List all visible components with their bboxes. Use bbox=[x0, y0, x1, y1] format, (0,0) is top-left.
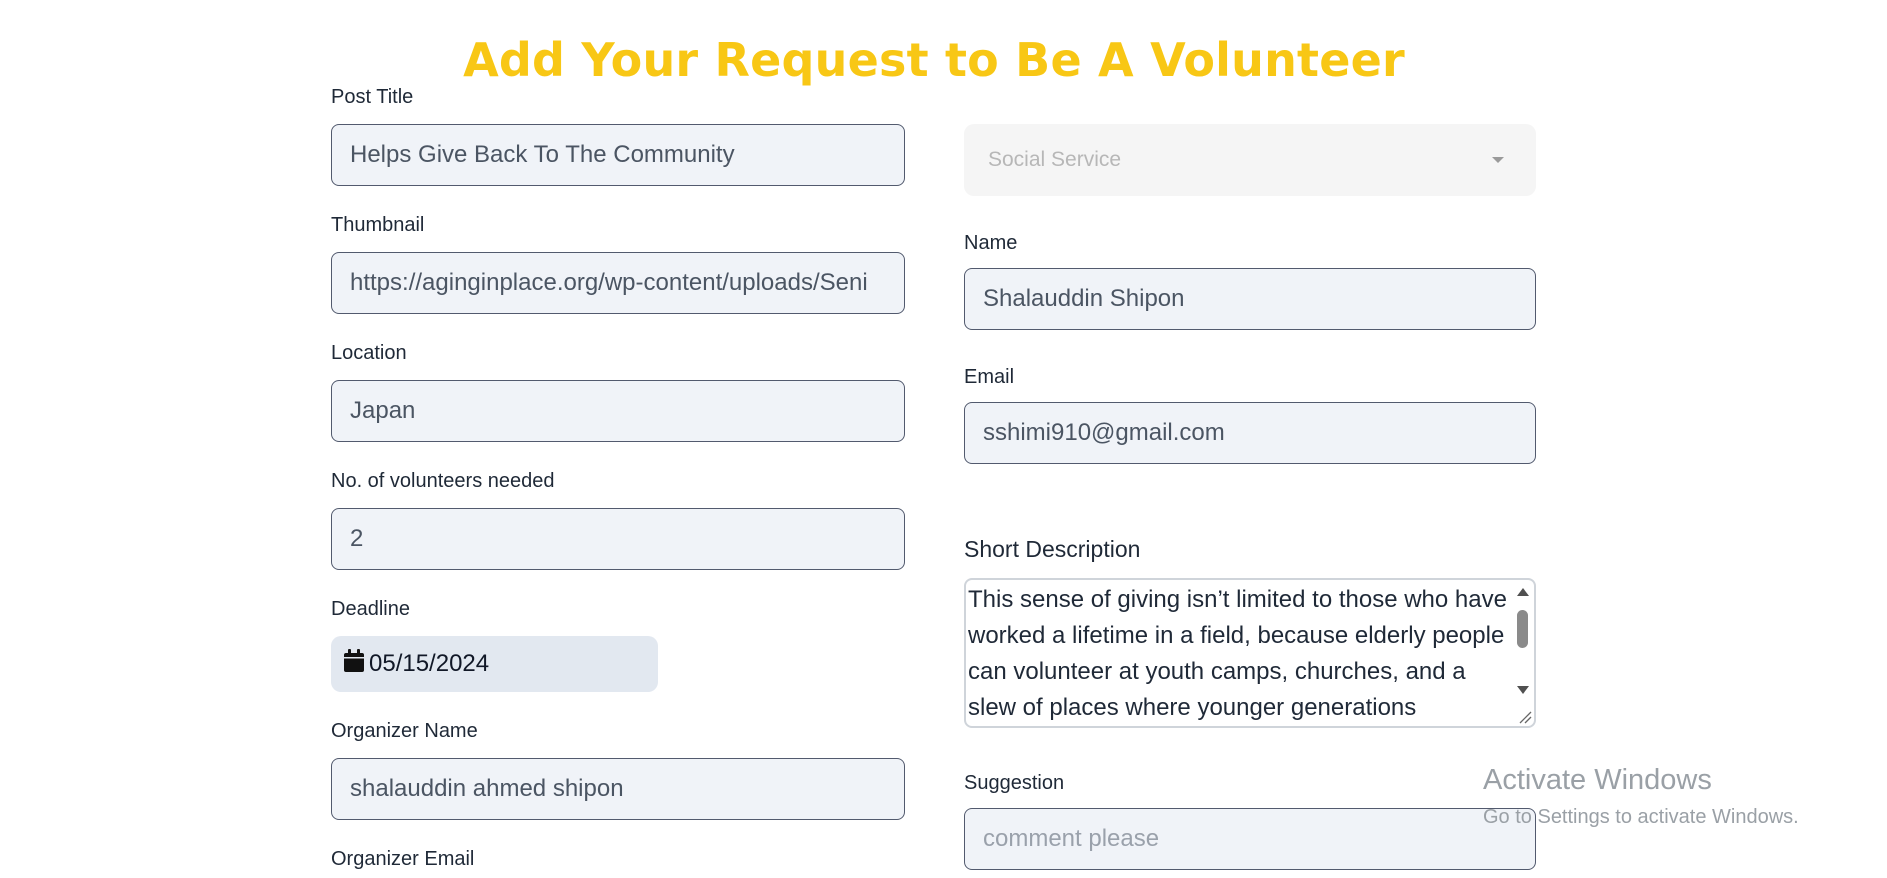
volunteers-needed-label: No. of volunteers needed bbox=[331, 470, 555, 492]
deadline-date-picker[interactable]: 05/15/2024 bbox=[331, 636, 658, 692]
short-description-label: Short Description bbox=[964, 536, 1141, 562]
suggestion-input[interactable]: comment please bbox=[964, 808, 1536, 870]
chevron-down-icon bbox=[1492, 157, 1504, 163]
organizer-name-input[interactable]: shalauddin ahmed shipon bbox=[331, 758, 905, 820]
organizer-email-label: Organizer Email bbox=[331, 848, 475, 870]
category-select[interactable]: Social Service bbox=[964, 124, 1536, 196]
scroll-up-icon[interactable] bbox=[1517, 588, 1529, 596]
textarea-scrollbar[interactable] bbox=[1512, 582, 1532, 724]
category-selected-value: Social Service bbox=[988, 148, 1122, 171]
deadline-value: 05/15/2024 bbox=[369, 650, 490, 677]
name-label: Name bbox=[964, 232, 1018, 254]
post-title-label: Post Title bbox=[331, 86, 414, 108]
short-description-textarea[interactable]: This sense of giving isn’t limited to th… bbox=[964, 578, 1536, 728]
deadline-label: Deadline bbox=[331, 598, 410, 620]
organizer-name-label: Organizer Name bbox=[331, 720, 478, 742]
thumbnail-input[interactable]: https://aginginplace.org/wp-content/uplo… bbox=[331, 252, 905, 314]
watermark-subtitle: Go to Settings to activate Windows. bbox=[1483, 806, 1799, 828]
watermark-title: Activate Windows bbox=[1483, 764, 1712, 796]
email-label: Email bbox=[964, 366, 1015, 388]
post-title-input[interactable]: Helps Give Back To The Community bbox=[331, 124, 905, 186]
thumbnail-label: Thumbnail bbox=[331, 214, 425, 236]
scroll-thumb[interactable] bbox=[1517, 610, 1528, 648]
scroll-down-icon[interactable] bbox=[1517, 686, 1529, 694]
resize-handle-icon[interactable] bbox=[1518, 710, 1532, 724]
email-input[interactable]: sshimi910@gmail.com bbox=[964, 402, 1536, 464]
page-title: Add Your Request to Be A Volunteer bbox=[463, 32, 1405, 87]
name-input[interactable]: Shalauddin Shipon bbox=[964, 268, 1536, 330]
short-description-text: This sense of giving isn’t limited to th… bbox=[968, 586, 1507, 721]
location-label: Location bbox=[331, 342, 407, 364]
suggestion-label: Suggestion bbox=[964, 772, 1065, 794]
calendar-icon bbox=[343, 648, 365, 680]
volunteers-needed-input[interactable]: 2 bbox=[331, 508, 905, 570]
location-input[interactable]: Japan bbox=[331, 380, 905, 442]
